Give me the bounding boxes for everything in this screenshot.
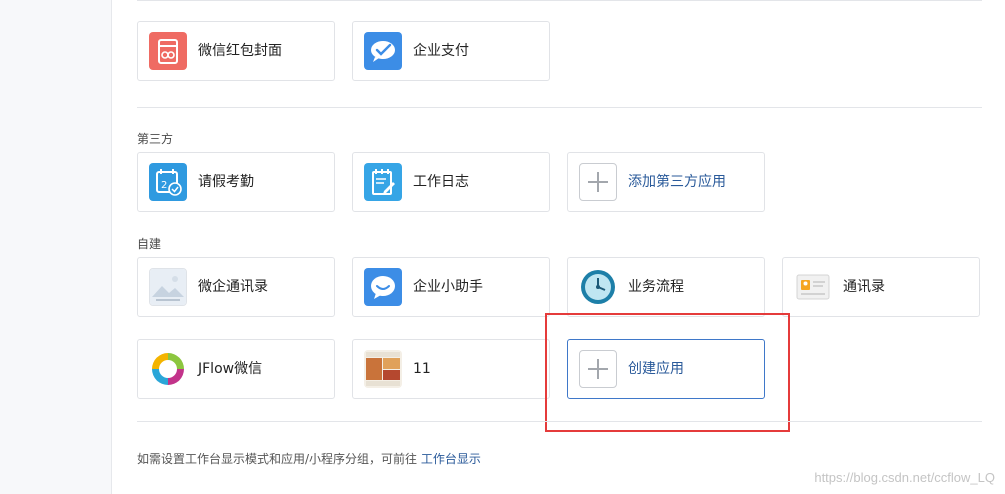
divider: [137, 107, 982, 108]
section-title-third-party: 第三方: [137, 132, 174, 146]
app-card-enterprise-assistant[interactable]: 企业小助手: [352, 257, 550, 317]
journal-icon: [364, 163, 402, 201]
placeholder-image-icon: [149, 268, 187, 306]
app-card-label: 微信红包封面: [198, 43, 282, 59]
svg-text:2: 2: [161, 180, 167, 191]
left-sidebar: [0, 0, 112, 494]
divider: [137, 0, 982, 1]
app-card-jflow-wechat[interactable]: JFlow微信: [137, 339, 335, 399]
photo-thumbnail-icon: [364, 350, 402, 388]
app-card-label: 创建应用: [628, 361, 684, 377]
app-card-label: 11: [413, 361, 431, 377]
app-card-weiqi-contacts[interactable]: 微企通讯录: [137, 257, 335, 317]
chat-bubble-icon: [364, 268, 402, 306]
app-card-label: 工作日志: [413, 174, 469, 190]
plus-icon: [579, 163, 617, 201]
app-card-enterprise-pay[interactable]: 企业支付: [352, 21, 550, 81]
flow-cycle-icon: [149, 350, 187, 388]
watermark: https://blog.csdn.net/ccflow_LQ: [814, 470, 995, 485]
footer-hint-text: 如需设置工作台显示模式和应用/小程序分组，可前往: [137, 452, 418, 466]
app-card-leave-attendance[interactable]: 2 请假考勤: [137, 152, 335, 212]
contact-card-icon: [794, 268, 832, 306]
create-app-button[interactable]: 创建应用: [567, 339, 765, 399]
red-packet-icon: [149, 32, 187, 70]
app-card-label: 微企通讯录: [198, 279, 268, 295]
app-card-label: 请假考勤: [198, 174, 254, 190]
section-title-custom: 自建: [137, 237, 162, 251]
app-card-label: 业务流程: [628, 279, 684, 295]
clock-icon: [579, 268, 617, 306]
plus-icon: [579, 350, 617, 388]
app-card-business-process[interactable]: 业务流程: [567, 257, 765, 317]
app-card-label: 企业小助手: [413, 279, 483, 295]
app-card-contacts[interactable]: 通讯录: [782, 257, 980, 317]
workbench-display-link[interactable]: 工作台显示: [421, 452, 481, 466]
wechat-pay-icon: [364, 32, 402, 70]
app-card-label: 通讯录: [843, 279, 885, 295]
app-card-label: 企业支付: [413, 43, 469, 59]
divider: [137, 421, 982, 422]
app-card-11[interactable]: 11: [352, 339, 550, 399]
footer-hint: 如需设置工作台显示模式和应用/小程序分组，可前往 工作台显示: [137, 450, 481, 467]
app-card-label: 添加第三方应用: [628, 174, 726, 190]
app-card-label: JFlow微信: [198, 361, 263, 377]
calendar-check-icon: 2: [149, 163, 187, 201]
app-card-red-packet-cover[interactable]: 微信红包封面: [137, 21, 335, 81]
add-third-party-app-button[interactable]: 添加第三方应用: [567, 152, 765, 212]
app-card-work-log[interactable]: 工作日志: [352, 152, 550, 212]
